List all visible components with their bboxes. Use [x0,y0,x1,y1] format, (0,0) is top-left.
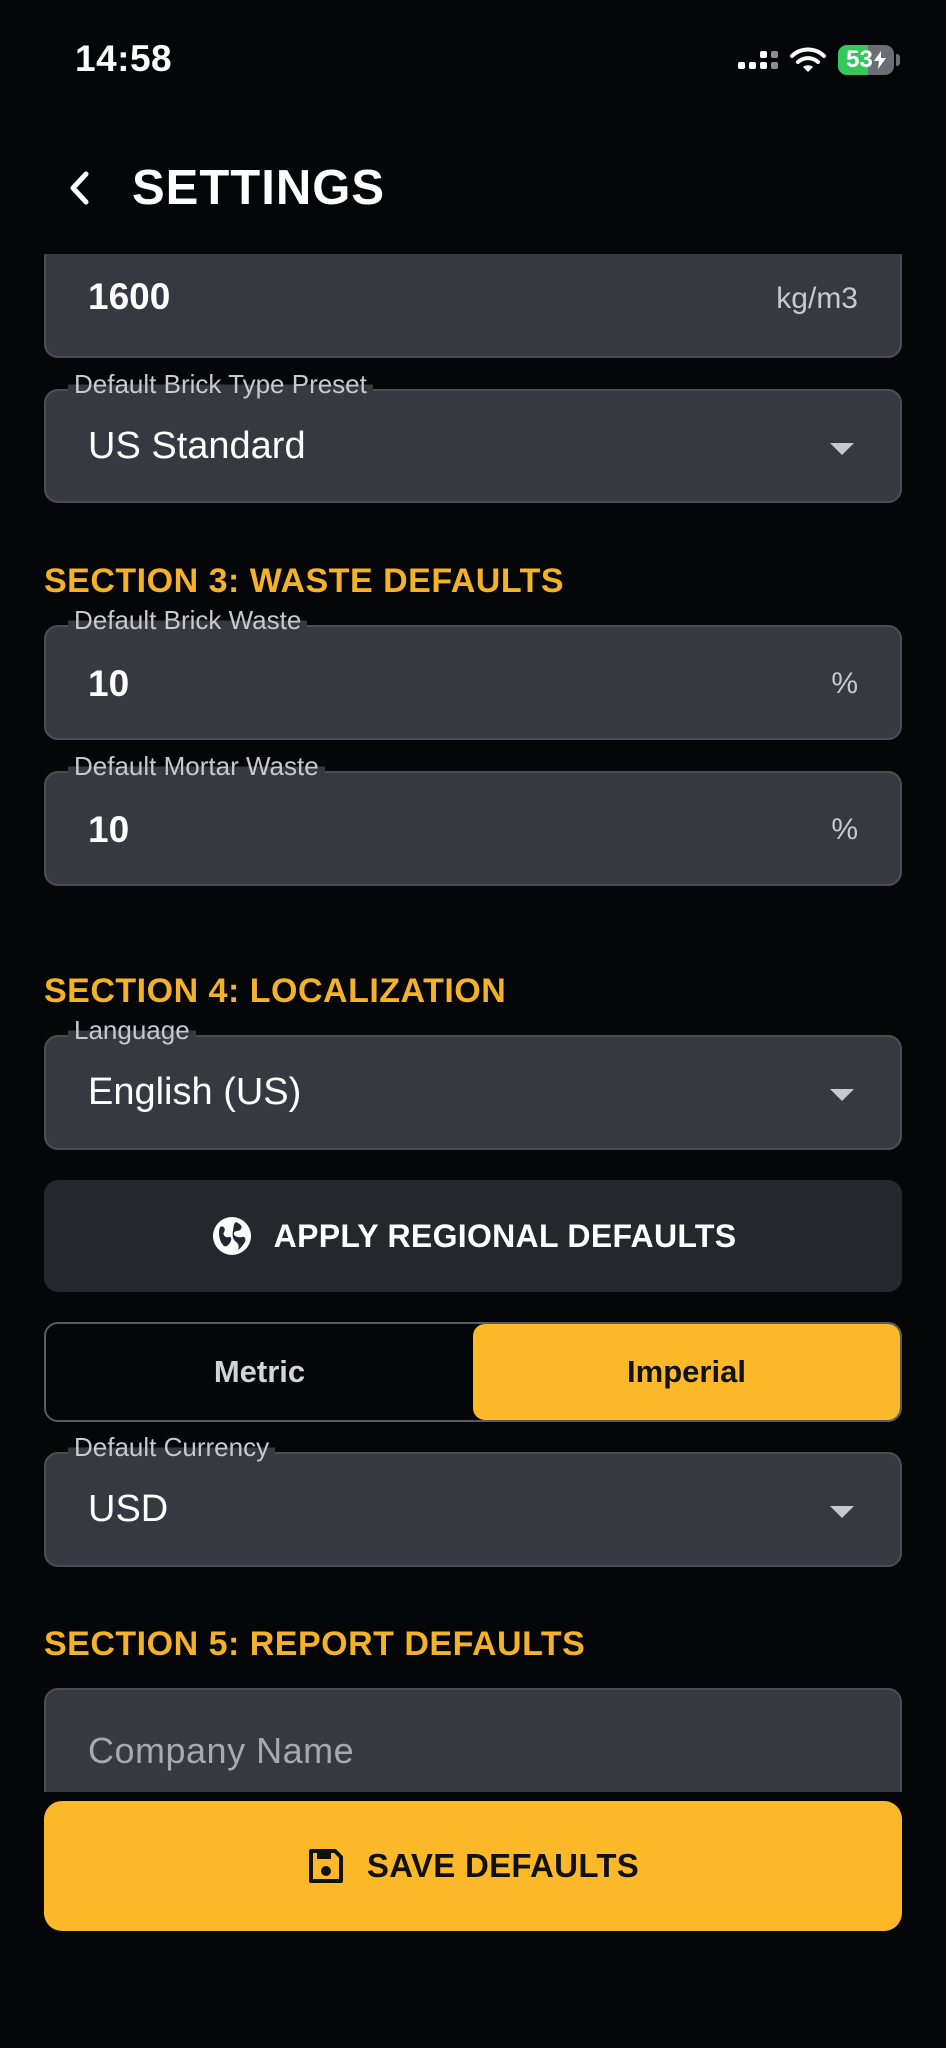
mortar-waste-value: 10 [88,809,130,850]
page-title: SETTINGS [132,161,386,215]
language-label: Language [68,1015,196,1046]
metric-option[interactable]: Metric [46,1324,473,1420]
currency-value: USD [88,1488,169,1530]
battery-level: 53 [846,46,873,73]
status-time: 14:58 [75,38,173,79]
brick-waste-field[interactable]: Default Brick Waste 10 % [44,605,902,740]
wifi-icon [790,47,826,72]
sand-density-unit: kg/m3 [776,282,858,315]
cellular-signal-icon [738,51,778,69]
imperial-option[interactable]: Imperial [473,1324,900,1420]
mortar-waste-unit: % [831,813,858,846]
settings-scroll-area[interactable]: 1600 kg/m3 Default Brick Type Preset US … [0,254,946,1792]
status-icons: 53 [738,42,900,78]
globe-icon [212,1217,251,1255]
unit-system-toggle[interactable]: Metric Imperial [44,1322,902,1422]
brick-waste-unit: % [831,667,858,700]
mortar-waste-field[interactable]: Default Mortar Waste 10 % [44,751,902,886]
section-heading-localization: SECTION 4: LOCALIZATION [44,972,507,1010]
currency-label: Default Currency [68,1432,276,1463]
apply-regional-defaults-button[interactable]: APPLY REGIONAL DEFAULTS [44,1180,902,1292]
save-defaults-label: SAVE DEFAULTS [366,1847,640,1884]
brick-waste-label: Default Brick Waste [68,605,308,636]
company-name-input[interactable]: Company Name [44,1688,902,1792]
battery-icon: 53 [838,45,900,75]
section-heading-report: SECTION 5: REPORT DEFAULTS [44,1625,586,1663]
dropdown-caret-icon [830,1089,854,1101]
floppy-disk-icon [308,1849,343,1883]
dropdown-caret-icon [830,1506,854,1518]
chevron-left-icon [70,171,89,205]
section-heading-waste: SECTION 3: WASTE DEFAULTS [44,562,565,600]
language-select[interactable]: Language English (US) [44,1015,902,1150]
mortar-waste-label: Default Mortar Waste [68,751,325,782]
apply-regional-defaults-label: APPLY REGIONAL DEFAULTS [273,1217,737,1254]
brick-type-preset-value: US Standard [88,425,306,467]
language-value: English (US) [88,1071,302,1113]
settings-screen: 14:58 53 SETTINGS 1600 kg/m3 Default Bri… [0,0,946,2048]
brick-type-preset-label: Default Brick Type Preset [68,369,373,400]
charging-bolt-icon [873,51,886,69]
sand-density-value: 1600 [88,276,171,317]
company-name-placeholder: Company Name [88,1730,355,1771]
sand-density-field[interactable]: 1600 kg/m3 [44,254,902,358]
save-defaults-button[interactable]: SAVE DEFAULTS [44,1801,902,1931]
brick-type-preset-select[interactable]: Default Brick Type Preset US Standard [44,369,902,503]
back-button[interactable] [58,160,102,216]
dropdown-caret-icon [830,443,854,455]
currency-select[interactable]: Default Currency USD [44,1432,902,1567]
brick-waste-value: 10 [88,663,130,704]
